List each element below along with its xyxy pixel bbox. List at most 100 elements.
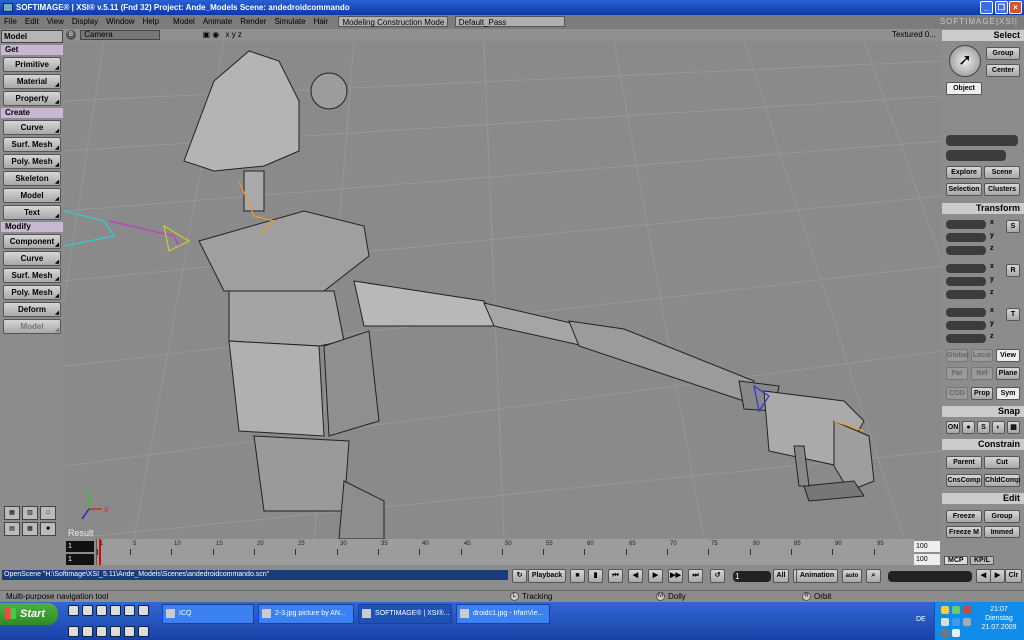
magnify-icon[interactable]: ⌕ xyxy=(866,569,881,583)
snap-surface-icon[interactable]: ◐ xyxy=(992,421,1005,434)
select-filter-field[interactable] xyxy=(946,135,1018,146)
pass-dropdown[interactable]: Default_Pass xyxy=(454,16,565,27)
explore-button[interactable]: Explore xyxy=(946,166,982,179)
menu-file[interactable]: File xyxy=(0,15,21,29)
sym-button[interactable]: Sym xyxy=(996,387,1020,400)
childcomp-button[interactable]: ChldComp xyxy=(984,474,1020,487)
menu-view[interactable]: View xyxy=(43,15,68,29)
menu-help[interactable]: Help xyxy=(139,15,163,29)
minimize-button[interactable]: _ xyxy=(980,1,993,14)
rotate-x-field[interactable] xyxy=(946,264,986,273)
global-button[interactable]: Global xyxy=(946,349,969,362)
rotate-y-field[interactable] xyxy=(946,277,986,286)
quicklaunch-icon-8[interactable] xyxy=(82,626,93,637)
playback-icon[interactable]: ↻ xyxy=(512,569,527,583)
parent-button[interactable]: Parent xyxy=(946,456,982,469)
snap-point-icon[interactable]: ● xyxy=(962,421,975,434)
loop-icon[interactable]: ↺ xyxy=(710,569,725,583)
snap-on-button[interactable]: ON xyxy=(946,421,960,434)
current-frame-field[interactable]: 1 xyxy=(733,571,771,582)
snap-curve-icon[interactable]: S xyxy=(977,421,990,434)
scale-button[interactable]: S xyxy=(1006,220,1020,233)
menu-display[interactable]: Display xyxy=(68,15,102,29)
select-object-button[interactable]: Object xyxy=(946,82,982,95)
close-button[interactable]: × xyxy=(1009,1,1022,14)
cog-button[interactable]: COG xyxy=(946,387,968,400)
modify-curve-button[interactable]: Curve xyxy=(3,251,61,266)
translate-button[interactable]: T xyxy=(1006,308,1020,321)
taskbar-clock[interactable]: 21:07 Dienstag 21.07.2009 xyxy=(975,605,1023,632)
viewport-letter-badge[interactable]: B xyxy=(66,30,76,40)
deform-button[interactable]: Deform xyxy=(3,302,61,317)
camera-icon[interactable]: ▣ ◉ xyxy=(202,30,219,39)
maximize-button[interactable]: ❐ xyxy=(995,1,1008,14)
plane-button[interactable]: Plane xyxy=(996,367,1020,380)
translate-x-field[interactable] xyxy=(946,308,986,317)
record-icon[interactable]: ■ xyxy=(570,569,585,583)
tray-icon-5[interactable] xyxy=(952,618,960,626)
selection-button[interactable]: Selection xyxy=(946,183,982,196)
menu-window[interactable]: Window xyxy=(102,15,138,29)
prop-button[interactable]: Prop xyxy=(971,387,993,400)
snap-grid-icon[interactable]: ▦ xyxy=(1007,421,1020,434)
start-button[interactable]: Start xyxy=(0,603,58,625)
timeline-ruler[interactable]: 1 5 10 15 20 25 30 35 40 45 50 55 60 65 70 75 80 85 90 95 xyxy=(96,539,914,565)
task-browser[interactable]: 2-3.jpg picture by AN... xyxy=(258,604,354,624)
quicklaunch-icon-9[interactable] xyxy=(96,626,107,637)
create-surf-mesh-button[interactable]: Surf. Mesh xyxy=(3,137,61,152)
quicklaunch-icon-6[interactable] xyxy=(138,605,149,616)
translate-z-field[interactable] xyxy=(946,334,986,343)
primitive-button[interactable]: Primitive xyxy=(3,57,61,72)
menu-edit[interactable]: Edit xyxy=(21,15,43,29)
quicklaunch-icon-11[interactable] xyxy=(124,626,135,637)
select-group-button[interactable]: Group xyxy=(986,47,1020,60)
quicklaunch-icon-2[interactable] xyxy=(82,605,93,616)
layout-dropdown[interactable]: Modeling Construction Mode xyxy=(338,16,449,27)
quicklaunch-icon-4[interactable] xyxy=(110,605,121,616)
3d-viewport[interactable]: B Camera ▣ ◉ x y z Textured 0... Y X Res… xyxy=(64,29,942,539)
menu-animate[interactable]: Animate xyxy=(199,15,236,29)
quicklaunch-icon-5[interactable] xyxy=(124,605,135,616)
layout-quad-icon[interactable]: ▦ xyxy=(4,506,20,520)
layout-split-icon[interactable]: ▥ xyxy=(22,506,38,520)
play-icon[interactable]: ▶ xyxy=(648,569,663,583)
component-button[interactable]: Component xyxy=(3,234,61,249)
all-button[interactable]: All xyxy=(773,569,789,583)
rotate-button[interactable]: R xyxy=(1006,264,1020,277)
cut-button[interactable]: Cut xyxy=(984,456,1020,469)
translate-y-field[interactable] xyxy=(946,321,986,330)
playback-button[interactable]: Playback xyxy=(528,569,566,583)
freeze-m-button[interactable]: Freeze M xyxy=(946,526,982,538)
next-icon[interactable]: ▶ xyxy=(990,569,1005,583)
stop-icon[interactable]: ▮ xyxy=(588,569,603,583)
modify-poly-mesh-button[interactable]: Poly. Mesh xyxy=(3,285,61,300)
timeline-start-field[interactable]: 1 xyxy=(66,541,94,552)
property-button[interactable]: Property xyxy=(3,91,61,106)
task-icq[interactable]: ICQ xyxy=(162,604,254,624)
scale-x-field[interactable] xyxy=(946,220,986,229)
view-button[interactable]: View xyxy=(996,349,1020,362)
create-poly-mesh-button[interactable]: Poly. Mesh xyxy=(3,154,61,169)
ref-button[interactable]: Ref xyxy=(971,367,993,380)
edit-group-button[interactable]: Group xyxy=(984,510,1020,523)
freeze-button[interactable]: Freeze xyxy=(946,510,982,523)
menu-hair[interactable]: Hair xyxy=(310,15,333,29)
tray-icon-4[interactable] xyxy=(941,618,949,626)
command-line-field[interactable]: OpenScene "H:\Softimage\XSI_5.11\Ande_Mo… xyxy=(2,570,508,580)
material-button[interactable]: Material xyxy=(3,74,61,89)
menu-model[interactable]: Model xyxy=(169,15,199,29)
text-button[interactable]: Text xyxy=(3,205,61,220)
layout-single-icon[interactable]: □ xyxy=(40,506,56,520)
clear-button[interactable]: Clr xyxy=(1005,569,1022,583)
create-model-button[interactable]: Model xyxy=(3,188,61,203)
scene-button[interactable]: Scene xyxy=(984,166,1020,179)
axis-toggles[interactable]: x y z xyxy=(225,30,241,39)
quicklaunch-icon-10[interactable] xyxy=(110,626,121,637)
next-key-icon[interactable]: ▶▶ xyxy=(668,569,683,583)
language-indicator[interactable]: DE xyxy=(916,616,926,623)
toolbar-mode-selector[interactable]: Model xyxy=(1,30,63,43)
timeline-range-start-field[interactable]: 1 xyxy=(66,554,94,565)
task-irfanview[interactable]: droidc1.jpg - IrfanVie... xyxy=(456,604,550,624)
tray-icon-3[interactable] xyxy=(963,606,971,614)
quicklaunch-icon-7[interactable] xyxy=(68,626,79,637)
